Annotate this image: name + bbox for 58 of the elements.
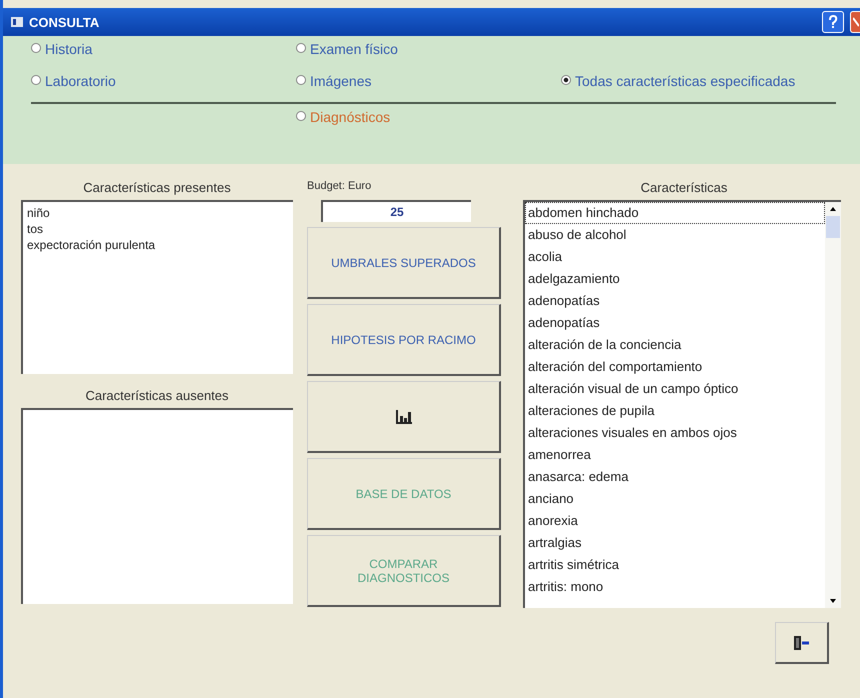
list-caption: Características presentes	[82, 179, 232, 197]
close-button[interactable]	[850, 11, 860, 33]
list-item[interactable]: alteración de la conciencia	[525, 334, 825, 356]
radio-label[interactable]: Todas características especificadas	[575, 74, 815, 89]
list-item[interactable]: artritis simétrica	[525, 554, 825, 576]
list-item[interactable]: expectoración purulenta	[27, 237, 289, 253]
budget-field[interactable]: 25	[321, 200, 471, 222]
radio-label[interactable]: Historia	[45, 42, 92, 57]
help-icon	[827, 15, 839, 29]
action-button[interactable]: HIPOTESIS POR RACIMO	[307, 304, 501, 376]
list-item[interactable]: abdomen hinchado	[525, 202, 825, 224]
list-caption: Características ausentes	[84, 387, 230, 405]
app-icon	[11, 17, 23, 27]
list-caption: Características	[640, 179, 728, 197]
list-item[interactable]: amenorrea	[525, 444, 825, 466]
radio-button[interactable]	[296, 75, 306, 85]
features-list[interactable]	[523, 200, 841, 608]
present-list[interactable]: niño tos expectoración purulenta	[21, 200, 293, 374]
list-item[interactable]: adelgazamiento	[525, 268, 825, 290]
radio-option[interactable]: Examen físico	[296, 42, 561, 62]
list-item[interactable]: anorexia	[525, 510, 825, 532]
radio-option[interactable]: Laboratorio	[31, 74, 296, 94]
radio-button[interactable]	[561, 75, 571, 85]
list-item[interactable]: tos	[27, 221, 289, 237]
radio-button[interactable]	[296, 43, 306, 53]
radio-button[interactable]	[31, 75, 41, 85]
list-item[interactable]: acolia	[525, 246, 825, 268]
scrollbar[interactable]	[825, 202, 841, 608]
chart-button[interactable]	[307, 381, 501, 453]
radio-option[interactable]: Imágenes	[296, 74, 561, 94]
list-item[interactable]: alteración visual de un campo óptico	[525, 378, 825, 400]
list-item[interactable]: alteración del comportamiento	[525, 356, 825, 378]
list-item[interactable]: artritis: mono	[525, 576, 825, 598]
radio-button[interactable]	[296, 111, 306, 121]
exit-button[interactable]	[775, 622, 829, 664]
window-title: CONSULTA	[29, 14, 100, 30]
bar-chart-icon	[396, 410, 412, 424]
list-item[interactable]: artralgias	[525, 532, 825, 554]
list-item[interactable]: abuso de alcohol	[525, 224, 825, 246]
scroll-thumb[interactable]	[826, 216, 840, 238]
radio-option[interactable]: Historia	[31, 42, 296, 62]
action-button[interactable]: UMBRALES SUPERADOS	[307, 227, 501, 299]
list-item[interactable]: adenopatías	[525, 312, 825, 334]
help-button[interactable]	[822, 11, 844, 33]
list-item[interactable]: anciano	[525, 488, 825, 510]
radio-option[interactable]: Todas características especificadas	[561, 74, 836, 94]
radio-label[interactable]: Laboratorio	[45, 74, 116, 89]
budget-label: Budget: Euro	[307, 180, 372, 194]
list-item[interactable]: anasarca: edema	[525, 466, 825, 488]
radio-button[interactable]	[31, 43, 41, 53]
list-item[interactable]: alteraciones de pupila	[525, 400, 825, 422]
list-item[interactable]: niño	[27, 205, 289, 221]
door-exit-icon	[792, 634, 810, 650]
list-item[interactable]: adenopatías	[525, 290, 825, 312]
radio-label[interactable]: Examen físico	[310, 42, 398, 57]
radio-label[interactable]: Imágenes	[310, 74, 372, 89]
list-item[interactable]: alteraciones visuales en ambos ojos	[525, 422, 825, 444]
close-icon	[852, 15, 858, 29]
